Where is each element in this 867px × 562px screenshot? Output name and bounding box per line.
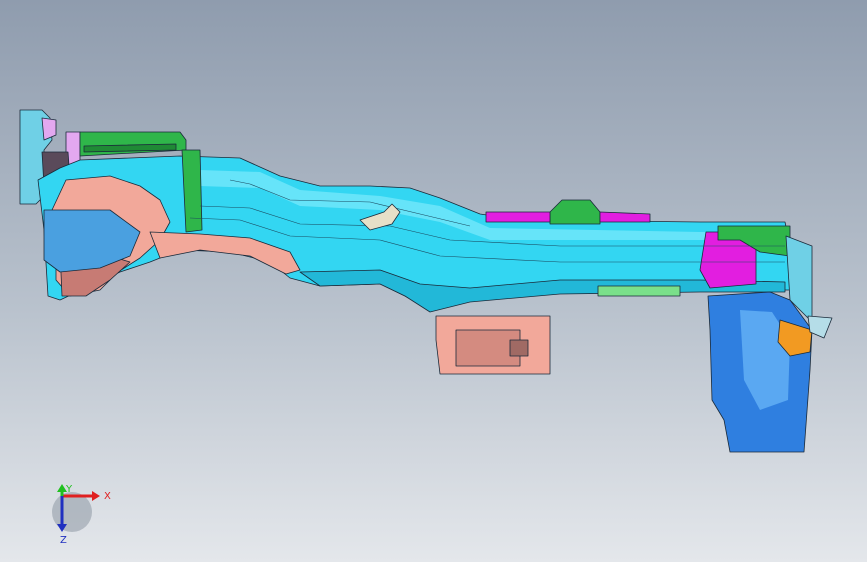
y-axis-label: Y: [65, 484, 73, 495]
magenta-top-plate-2: [599, 211, 651, 223]
cad-viewport[interactable]: X Y Z: [0, 0, 867, 562]
x-axis-arrowhead: [92, 491, 100, 501]
light-green-strip: [597, 285, 681, 297]
center-green-bracket: [549, 199, 601, 225]
x-axis-label: X: [104, 491, 111, 502]
triad-origin-shadow: [52, 492, 92, 532]
rear-bracket-lavender: [41, 117, 57, 141]
chassis-frame-model[interactable]: [19, 109, 833, 453]
z-axis-label: Z: [60, 535, 67, 546]
center-mount-hole: [509, 339, 529, 357]
magenta-top-plate: [485, 211, 551, 223]
green-vertical-clip: [181, 149, 203, 233]
axis-triad[interactable]: X Y Z: [52, 484, 111, 546]
